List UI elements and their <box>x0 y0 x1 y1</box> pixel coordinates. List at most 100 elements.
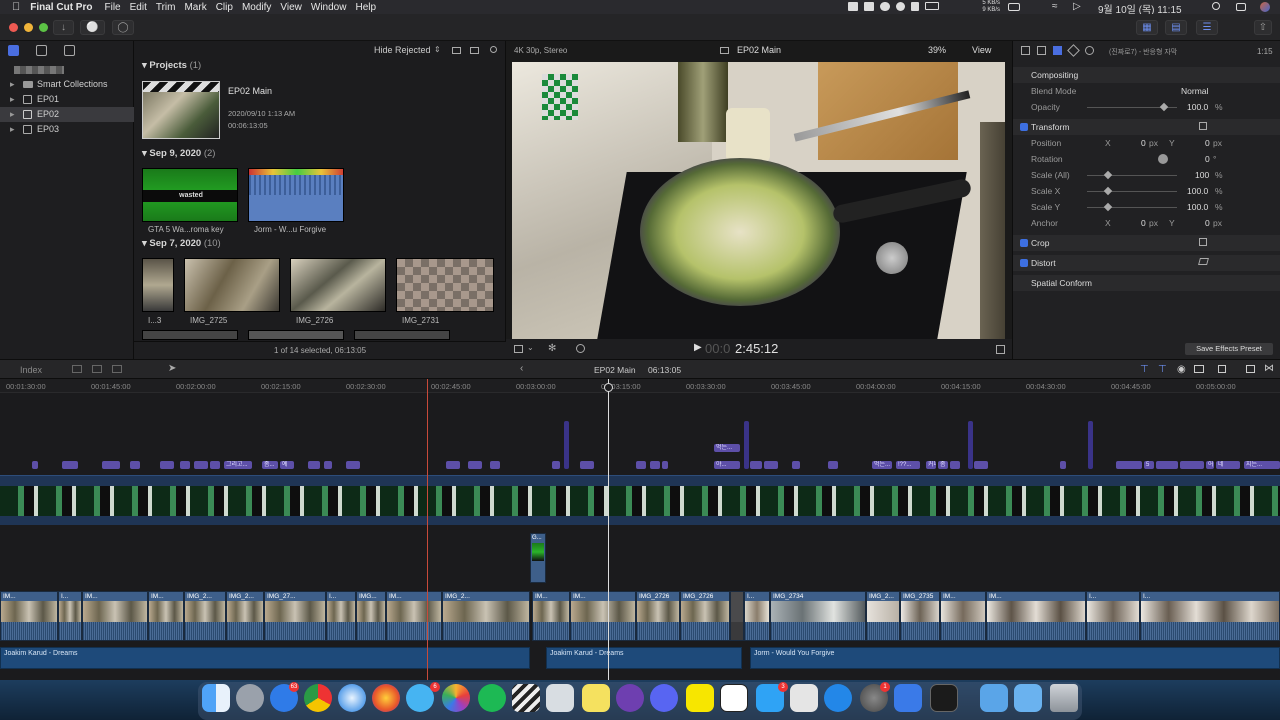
index-button[interactable]: Index <box>20 365 42 375</box>
title-clip-label[interactable]: 지는... <box>1244 461 1280 469</box>
share-button[interactable]: ⇧ <box>1254 20 1272 35</box>
project-thumbnail[interactable] <box>142 81 220 139</box>
title-clip[interactable] <box>764 461 778 469</box>
audio-skimming-icon[interactable]: ⊤ <box>1158 364 1167 375</box>
calculator-icon[interactable] <box>790 684 818 712</box>
back-icon[interactable]: ‹ <box>520 363 523 374</box>
title-clip[interactable] <box>968 421 973 469</box>
view-dropdown[interactable]: View <box>972 45 991 55</box>
applications-folder-icon[interactable] <box>1014 684 1042 712</box>
clip-thumbnail[interactable] <box>248 330 344 340</box>
control-center-icon[interactable] <box>1236 3 1246 11</box>
slider-knob-icon[interactable] <box>1103 202 1113 212</box>
fullscreen-icon[interactable] <box>996 345 1005 354</box>
title-clip[interactable] <box>32 461 38 469</box>
title-clip[interactable] <box>1116 461 1142 469</box>
menu-help[interactable]: Help <box>355 2 376 13</box>
title-clip-label[interactable]: 먹는... <box>714 444 740 452</box>
title-clip[interactable] <box>662 461 668 469</box>
title-clip-label[interactable]: 어 <box>1206 461 1214 469</box>
titles-generators-tab-icon[interactable] <box>64 45 75 56</box>
safari-icon[interactable] <box>338 684 366 712</box>
slider-knob-icon[interactable] <box>1103 186 1113 196</box>
timecode-display[interactable]: 2:45:12 <box>735 341 778 356</box>
title-clip[interactable] <box>1088 421 1093 469</box>
clip-thumbnail[interactable] <box>142 330 238 340</box>
sidebar-item-ep02[interactable]: ▸ EP02 <box>0 107 134 122</box>
title-clip[interactable] <box>194 461 208 469</box>
audio-clip[interactable]: Jorm - Would You Forgive <box>750 647 1280 669</box>
audio-clip[interactable]: Joakim Karud - Dreams <box>546 647 742 669</box>
background-tasks-button[interactable]: ◯ <box>112 20 134 35</box>
title-clip[interactable] <box>1156 461 1178 469</box>
photos-audio-tab-icon[interactable] <box>36 45 47 56</box>
github-icon[interactable] <box>616 684 644 712</box>
search-icon[interactable] <box>490 46 497 53</box>
rotation-dial-icon[interactable] <box>1158 154 1168 164</box>
trash-icon[interactable] <box>1050 684 1078 712</box>
monitor-icon[interactable] <box>1008 3 1020 11</box>
zoom-dropdown[interactable]: 39% <box>928 45 946 55</box>
video-clip[interactable]: IMG_2726 <box>680 591 730 641</box>
title-clip[interactable] <box>650 461 660 469</box>
compositing-section[interactable]: Compositing <box>1013 67 1280 83</box>
menu-view[interactable]: View <box>280 2 302 13</box>
video-clip[interactable]: IMG_2734 <box>770 591 866 641</box>
title-clip[interactable] <box>160 461 174 469</box>
cloud-app-icon[interactable] <box>894 684 922 712</box>
video-clip[interactable]: IMG_27... <box>264 591 326 641</box>
color-inspector-tab-icon[interactable] <box>1067 44 1080 57</box>
notion-icon[interactable] <box>720 684 748 712</box>
audio-clip[interactable]: Joakim Karud - Dreams <box>0 647 530 669</box>
scale-y-slider[interactable] <box>1087 207 1177 208</box>
clip-thumbnail[interactable] <box>354 330 450 340</box>
overlay-clip[interactable] <box>0 475 1280 525</box>
video-clip[interactable]: I... <box>1140 591 1280 641</box>
rotation-value[interactable]: 0 <box>1205 154 1210 164</box>
slider-knob-icon[interactable] <box>1159 102 1169 112</box>
app-name-menu[interactable]: Final Cut Pro <box>30 2 92 13</box>
title-inspector-tab-icon[interactable] <box>1037 46 1046 55</box>
title-clip[interactable] <box>180 461 190 469</box>
event-date-header[interactable]: ▾ Sep 9, 2020 (2) <box>142 148 215 159</box>
anchor-y-value[interactable]: 0 <box>1205 218 1210 228</box>
menu-clip[interactable]: Clip <box>216 2 233 13</box>
video-clip[interactable]: IMG_2... <box>866 591 900 641</box>
title-clip-label[interactable]: 커피... <box>926 461 936 469</box>
clip-thumbnail[interactable] <box>290 258 386 312</box>
playhead[interactable] <box>608 379 609 680</box>
effects-browser-icon[interactable] <box>1246 365 1255 373</box>
show-timeline-button[interactable]: ▤ <box>1165 20 1187 35</box>
list-view-icon[interactable] <box>452 47 461 54</box>
video-clip[interactable]: IM... <box>570 591 636 641</box>
onscreen-controls-icon[interactable] <box>1199 122 1207 130</box>
title-clip[interactable] <box>130 461 140 469</box>
title-clip[interactable] <box>62 461 78 469</box>
transform-checkbox[interactable] <box>1020 123 1028 131</box>
libraries-tab-icon[interactable] <box>8 45 19 56</box>
video-clip[interactable]: IMG... <box>356 591 386 641</box>
select-tool-icon[interactable]: ➤ <box>168 363 176 374</box>
video-clip[interactable]: IM... <box>940 591 986 641</box>
terminal-icon[interactable] <box>930 684 958 712</box>
clip-thumbnail[interactable] <box>142 258 174 312</box>
zoom-button[interactable] <box>39 23 48 32</box>
minimize-button[interactable] <box>24 23 33 32</box>
launchpad-icon[interactable] <box>236 684 264 712</box>
distort-controls-icon[interactable] <box>1198 258 1209 265</box>
title-clip[interactable] <box>1180 461 1204 469</box>
position-x-value[interactable]: 0 <box>1141 138 1146 148</box>
title-clip[interactable] <box>102 461 120 469</box>
enhancements-icon[interactable]: ✻ <box>548 343 556 354</box>
firefox-icon[interactable] <box>372 684 400 712</box>
video-clip[interactable]: IMG_2... <box>226 591 264 641</box>
title-clip[interactable] <box>324 461 332 469</box>
video-clip[interactable]: IMG_2... <box>442 591 530 641</box>
video-clip[interactable]: I... <box>326 591 356 641</box>
spotify-icon[interactable] <box>478 684 506 712</box>
title-clip[interactable] <box>750 461 762 469</box>
crop-checkbox[interactable] <box>1020 239 1028 247</box>
title-clip[interactable] <box>552 461 560 469</box>
video-clip[interactable]: IM... <box>0 591 58 641</box>
skimmer-line[interactable] <box>427 379 428 680</box>
